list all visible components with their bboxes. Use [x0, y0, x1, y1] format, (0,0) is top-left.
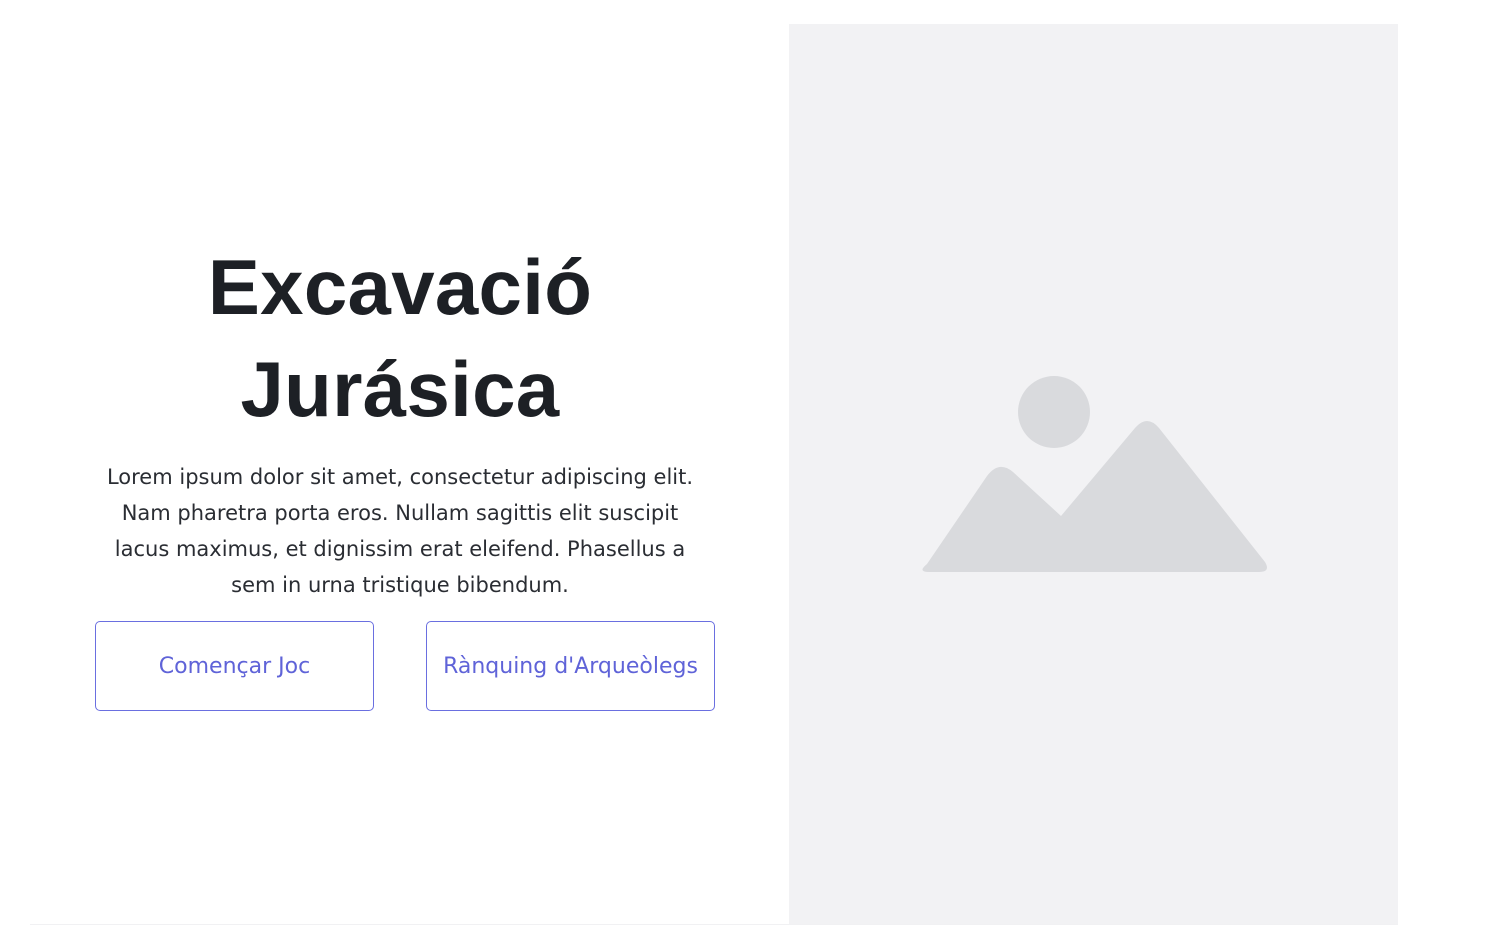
- hero-section: Excavació Jurásica Lorem ipsum dolor sit…: [72, 236, 728, 603]
- hero-description: Lorem ipsum dolor sit amet, consectetur …: [106, 465, 694, 597]
- hero-image: [789, 24, 1398, 924]
- start-game-button[interactable]: Començar Joc: [95, 621, 374, 711]
- image-placeholder-icon: [922, 376, 1267, 572]
- landing-page: Excavació Jurásica Lorem ipsum dolor sit…: [0, 0, 1488, 936]
- title-line-2: Jurásica: [240, 345, 560, 433]
- ranking-button[interactable]: Rànquing d'Arqueòlegs: [426, 621, 715, 711]
- divider: [30, 924, 1398, 925]
- title-line-1: Excavació: [207, 243, 593, 331]
- page-title: Excavació Jurásica: [72, 236, 728, 440]
